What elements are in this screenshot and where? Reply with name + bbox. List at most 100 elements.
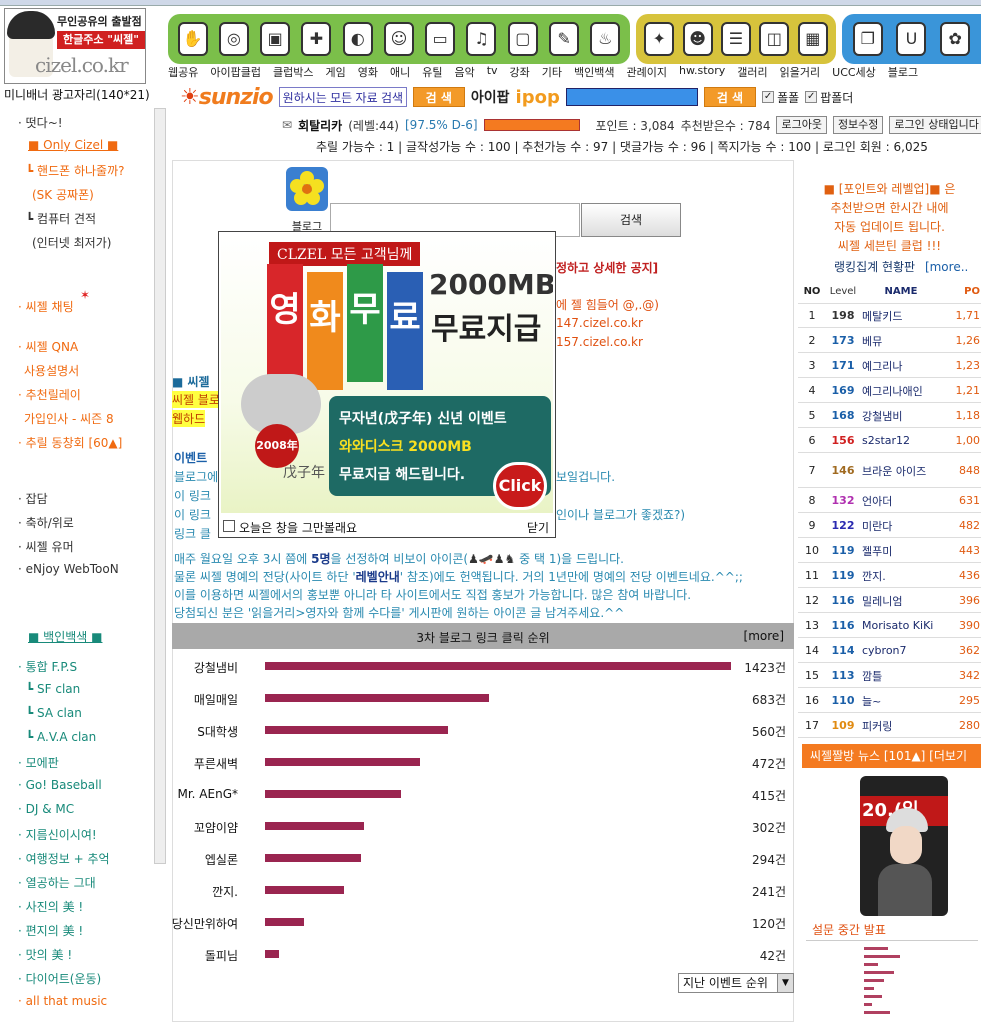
nav-label[interactable]: 게임: [325, 64, 345, 80]
sidebar-item[interactable]: · 씨젤 채팅: [18, 298, 74, 315]
blog-url-1[interactable]: 147.cizel.co.kr: [556, 316, 643, 330]
ranking-row[interactable]: 15 113 깜틀 342: [798, 664, 981, 688]
dont-show-checkbox[interactable]: [223, 520, 235, 532]
cat-icon[interactable]: ☺: [383, 22, 414, 56]
nav-label[interactable]: 영화: [358, 64, 378, 80]
sidebar-item[interactable]: 가입인사 - 씨즌 8: [24, 410, 114, 427]
sidebar-item[interactable]: ┗ SF clan: [26, 682, 80, 696]
sunzio-search-input[interactable]: [278, 87, 407, 107]
nav-label[interactable]: 갤러리: [737, 64, 767, 80]
nav-label[interactable]: UCC세상: [832, 64, 876, 80]
nav-label[interactable]: hw.story: [679, 64, 725, 80]
blog-url-2[interactable]: 157.cizel.co.kr: [556, 335, 643, 349]
bar-label[interactable]: 돌피님: [205, 947, 238, 964]
sidebar-item[interactable]: (인터넷 최저가): [32, 234, 111, 251]
sidebar-item[interactable]: · 잡담: [18, 490, 48, 507]
ranking-row[interactable]: 13 116 Morisato KiKi 390: [798, 614, 981, 638]
bar-label[interactable]: Mr. AEnG*: [177, 787, 238, 801]
sidebar-item[interactable]: · eNjoy WebTooN: [18, 562, 119, 576]
ranking-row[interactable]: 7 146 브라운 아이즈 848: [798, 454, 981, 488]
mail-icon[interactable]: ✉: [282, 118, 292, 132]
sidebar-item[interactable]: ┗ 핸드폰 하나줄까?: [26, 162, 125, 179]
sidebar-item[interactable]: · all that music: [18, 994, 107, 1008]
event-popup[interactable]: CLZEL 모든 고객님께 영화무료 2000MB 무료지급 2008年 戊子年…: [218, 231, 556, 538]
nav-label[interactable]: 웹공유: [168, 64, 198, 80]
nav-label[interactable]: 애니: [390, 64, 410, 80]
broom-icon[interactable]: ✦: [644, 22, 675, 56]
sidebar-item[interactable]: ┗ 컴퓨터 견적: [26, 210, 96, 227]
sunzio-logo[interactable]: ☀sunzio: [180, 85, 274, 110]
sidebar-item[interactable]: · 씨젤 유머: [18, 538, 74, 555]
blog-search-button[interactable]: 검색: [581, 203, 681, 237]
ipop-logo[interactable]: ipop: [516, 87, 560, 108]
nav-label[interactable]: 백인백색: [574, 64, 614, 80]
news-photo[interactable]: 20.(일: [860, 776, 948, 916]
popup-click-button[interactable]: Click: [493, 462, 547, 510]
ranking-row[interactable]: 2 173 베뮤 1,26: [798, 329, 981, 353]
ranking-row[interactable]: 9 122 미란다 482: [798, 514, 981, 538]
ipop-search-button[interactable]: 검 색: [703, 87, 757, 107]
ranking-more-link[interactable]: [more..: [925, 260, 968, 274]
sidebar-item[interactable]: · 추천릴레이: [18, 386, 81, 403]
level-guide-link[interactable]: 레벨안내: [356, 570, 400, 584]
ranking-row[interactable]: 6 156 s2star12 1,00: [798, 429, 981, 453]
sidebar-item[interactable]: ■ Only Cizel ■: [28, 138, 118, 152]
bar-label[interactable]: S대학생: [197, 723, 238, 740]
sidebar-item[interactable]: · 맛의 美 !: [18, 946, 72, 963]
bar-label[interactable]: 매일매일: [194, 691, 238, 708]
past-event-select[interactable]: 지난 이벤트 순위 ▼: [678, 973, 794, 993]
tv-icon[interactable]: ▢: [507, 22, 538, 56]
bar-label[interactable]: 꼬얌이얌: [194, 819, 238, 836]
bar-label[interactable]: 깐지.: [212, 883, 238, 900]
laptop-icon[interactable]: ▭: [425, 22, 456, 56]
sidebar-item[interactable]: · 열공하는 그대: [18, 874, 96, 891]
sidebar-item[interactable]: 사용설명서: [24, 362, 79, 379]
cup-icon[interactable]: ♨: [590, 22, 621, 56]
sidebar-item[interactable]: · 여행정보 + 추억: [18, 850, 110, 867]
cizel-blog-link[interactable]: 씨젤 블로: [172, 391, 220, 408]
bar-label[interactable]: 엡실론: [205, 851, 238, 868]
speaker-icon[interactable]: ♫: [466, 22, 497, 56]
ranking-row[interactable]: 11 119 깐지. 436: [798, 564, 981, 588]
monitor-icon[interactable]: ◫: [759, 22, 790, 56]
sidebar-item[interactable]: · 씨젤 QNA: [18, 338, 78, 355]
sunzio-search-button[interactable]: 검 색: [412, 87, 465, 107]
nav-label[interactable]: 아이팝클럽: [210, 64, 261, 80]
pop-icon[interactable]: ◎: [218, 22, 249, 56]
webhard-link[interactable]: 웹하드: [172, 410, 206, 427]
sidebar-item[interactable]: (SK 공짜폰): [32, 186, 94, 203]
chevron-down-icon[interactable]: ▼: [777, 974, 793, 992]
sidebar-item[interactable]: · Go! Baseball: [18, 778, 102, 792]
checkbox-icon[interactable]: ✓: [762, 91, 775, 103]
news-bar[interactable]: 씨젤짤방 뉴스 [101▲] [더보기: [802, 744, 981, 768]
nav-label[interactable]: 블로그: [888, 64, 918, 80]
ranking-row[interactable]: 3 171 예그리나 1,23: [798, 354, 981, 378]
sidebar-item[interactable]: · 사진의 美 !: [18, 898, 83, 915]
ucc-icon[interactable]: U: [896, 22, 927, 56]
notice-link[interactable]: 정하고 상세한 공지]: [556, 259, 658, 276]
nav-label[interactable]: 강좌: [510, 64, 530, 80]
site-logo[interactable]: 무인공유의 출발점 한글주소 "씨젤" cizel.co.kr: [4, 8, 146, 84]
ranking-row[interactable]: 4 169 예그리나애인 1,21: [798, 379, 981, 403]
book-icon[interactable]: ❐: [852, 22, 883, 56]
poll-link[interactable]: 설문 중간 발표: [812, 921, 886, 938]
ranking-row[interactable]: 12 116 밀레니엄 396: [798, 589, 981, 613]
sidebar-item[interactable]: · 모에판: [18, 754, 59, 771]
bar-label[interactable]: 당신만위하여: [172, 915, 238, 932]
nav-label[interactable]: tv: [487, 64, 498, 80]
gallery-icon[interactable]: ▦: [797, 22, 828, 56]
ranking-row[interactable]: 17 109 피커링 280: [798, 714, 981, 738]
ranking-row[interactable]: 8 132 언아더 631: [798, 489, 981, 513]
sidebar-item[interactable]: ┗ SA clan: [26, 706, 82, 720]
nav-label[interactable]: 읽을거리: [780, 64, 820, 80]
ranking-row[interactable]: 1 198 메탈키드 1,71: [798, 304, 981, 328]
nav-label[interactable]: 기타: [542, 64, 562, 80]
sidebar-item[interactable]: · DJ & MC: [18, 802, 74, 816]
crowd-icon[interactable]: ☻: [682, 22, 713, 56]
left-sidebar-scrollbar[interactable]: [154, 108, 166, 864]
sidebar-item[interactable]: · 지름신이시여!: [18, 826, 97, 843]
sidebar-item[interactable]: · 통합 F.P.S: [18, 658, 77, 675]
popup-close-button[interactable]: 닫기: [527, 519, 549, 536]
flower-icon[interactable]: ✿: [940, 22, 971, 56]
sidebar-item[interactable]: ■ 백인백색 ■: [28, 628, 102, 645]
